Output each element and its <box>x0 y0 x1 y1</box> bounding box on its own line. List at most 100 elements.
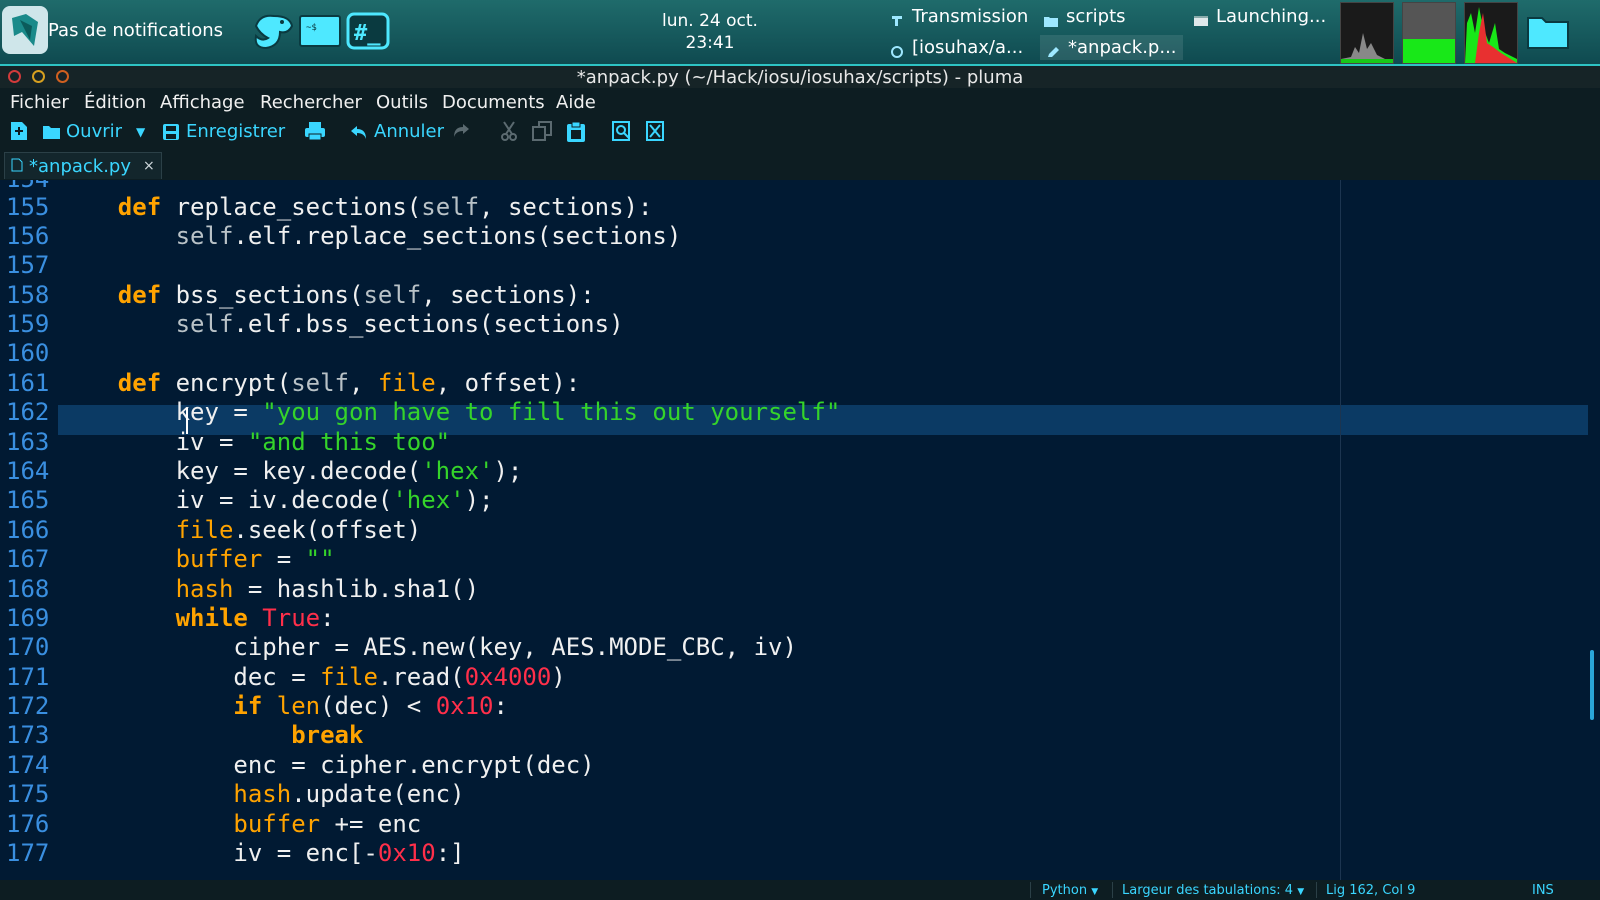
save-button[interactable]: Enregistrer <box>162 121 285 142</box>
redo-button[interactable] <box>452 121 476 139</box>
code-token: ); <box>464 486 494 514</box>
redo-icon <box>452 121 470 139</box>
code-token: , <box>349 369 378 397</box>
code-token: hash <box>233 780 292 808</box>
task-terminal-iosuhax[interactable]: [iosuhax/a... <box>890 37 1023 58</box>
cpu-monitor-graph[interactable] <box>1340 2 1394 64</box>
window-titlebar[interactable]: *anpack.py (~/Hack/iosu/iosuhax/scripts)… <box>0 66 1600 88</box>
code-token: .elf.replace_sections(sections) <box>233 222 682 250</box>
code-line-171: dec = file.read(0x4000) <box>60 662 565 692</box>
dragon-launcher-icon[interactable] <box>250 12 296 50</box>
code-token: def <box>117 281 162 309</box>
search-button[interactable] <box>612 121 636 141</box>
code-line-164: key = key.decode('hex'); <box>60 456 523 486</box>
code-line-161: def encrypt(self, file, offset): <box>60 368 580 398</box>
terminal-launcher-icon[interactable]: ~$ <box>298 12 342 50</box>
line-number: 156 <box>6 222 50 250</box>
undo-button[interactable]: Annuler <box>350 121 444 142</box>
open-button[interactable]: Ouvrir <box>42 121 122 142</box>
vertical-scrollbar[interactable] <box>1590 650 1594 720</box>
line-number: 170 <box>6 633 50 661</box>
task-scripts[interactable]: scripts <box>1044 6 1126 27</box>
code-line-173: break <box>60 720 363 750</box>
cut-button[interactable] <box>500 121 524 141</box>
line-number: 158 <box>6 281 50 309</box>
language-selector[interactable]: Python ▼ <box>1042 883 1098 898</box>
code-token: : <box>320 604 335 632</box>
code-line-159: self.elf.bss_sections(sections) <box>60 309 624 339</box>
code-token: .read( <box>377 663 465 691</box>
text-cursor <box>186 408 188 434</box>
memory-monitor-graph[interactable] <box>1402 2 1456 64</box>
code-token: key = <box>60 398 263 426</box>
new-document-button[interactable] <box>10 121 34 140</box>
line-number: 165 <box>6 486 50 514</box>
file-manager-icon[interactable] <box>1526 14 1570 52</box>
window-icon <box>1194 11 1208 26</box>
code-token: replace_sections( <box>161 193 422 221</box>
code-line-175: hash.update(enc) <box>60 779 464 809</box>
cursor-position: Lig 162, Col 9 <box>1326 883 1416 898</box>
tab-anpack-py[interactable]: *anpack.py × <box>4 152 162 179</box>
replace-button[interactable] <box>646 121 670 141</box>
tab-label: *anpack.py <box>29 155 132 177</box>
code-token: True <box>262 604 321 632</box>
menu-affichage[interactable]: Affichage <box>160 92 245 113</box>
open-recent-dropdown[interactable]: ▼ <box>136 125 145 139</box>
clock[interactable]: lun. 24 oct. 23:41 <box>620 10 800 54</box>
code-token: self <box>291 369 349 397</box>
code-token: hash <box>175 575 234 603</box>
code-token: 0x10 <box>377 839 436 867</box>
code-editor[interactable]: 154 155 156 157 158 159 160 161 162 163 … <box>0 180 1600 880</box>
code-line-167: buffer = "" <box>60 544 335 574</box>
menu-outils[interactable]: Outils <box>376 92 428 113</box>
line-number: 160 <box>6 339 50 367</box>
code-token: key = key.decode( <box>60 457 422 485</box>
line-number: 177 <box>6 839 50 867</box>
code-line-156: self.elf.replace_sections(sections) <box>60 221 682 251</box>
close-tab-icon[interactable]: × <box>143 158 155 174</box>
notifications-label[interactable]: Pas de notifications <box>48 20 223 41</box>
code-token: enc = cipher.encrypt(dec) <box>60 751 595 779</box>
network-monitor-graph[interactable] <box>1464 2 1518 64</box>
task-pluma-anpack[interactable]: *anpack.p... <box>1040 35 1183 60</box>
code-token: iv = <box>60 428 248 456</box>
line-number: 167 <box>6 545 50 573</box>
code-token: 0x10 <box>435 692 494 720</box>
line-number: 176 <box>6 810 50 838</box>
code-token: file <box>320 663 378 691</box>
code-token: iv = enc[- <box>60 839 378 867</box>
code-token: "and this too" <box>247 428 451 456</box>
insert-mode-indicator: INS <box>1532 883 1554 898</box>
code-token: self <box>175 310 234 338</box>
hash-terminal-icon[interactable]: #_ <box>346 12 390 50</box>
code-line-165: iv = iv.decode('hex'); <box>60 485 494 515</box>
svg-text:#_: #_ <box>354 21 381 46</box>
menu-documents[interactable]: Documents <box>442 92 545 113</box>
code-token: self <box>421 193 480 221</box>
paste-button[interactable] <box>566 121 590 142</box>
menu-fichier[interactable]: Fichier <box>10 92 69 113</box>
menu-logo-icon[interactable] <box>2 6 48 54</box>
folder-open-icon <box>42 123 60 141</box>
task-launching[interactable]: Launching... <box>1194 6 1326 27</box>
menu-rechercher[interactable]: Rechercher <box>260 92 362 113</box>
menu-aide[interactable]: Aide <box>556 92 596 113</box>
print-button[interactable] <box>304 121 328 141</box>
code-token: break <box>291 721 364 749</box>
new-document-icon <box>10 121 28 140</box>
code-token: dec = <box>60 663 321 691</box>
copy-button[interactable] <box>532 121 556 141</box>
tab-width-selector[interactable]: Largeur des tabulations: 4 ▼ <box>1122 883 1304 898</box>
code-token: += enc <box>320 810 422 838</box>
code-line-172: if len(dec) < 0x10: <box>60 691 508 721</box>
code-token: iv = iv.decode( <box>60 486 393 514</box>
task-transmission[interactable]: Transmission <box>890 6 1028 27</box>
menu-edition[interactable]: Édition <box>84 92 146 113</box>
